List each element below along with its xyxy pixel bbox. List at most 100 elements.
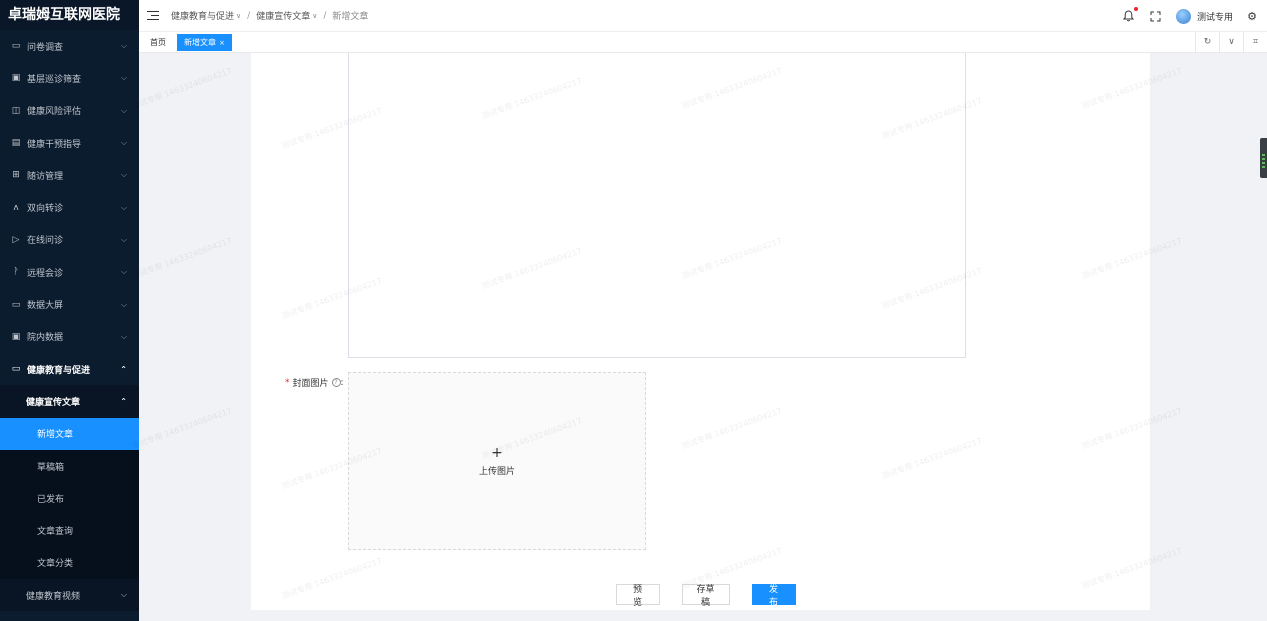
save-draft-button[interactable]: 存草稿 xyxy=(681,584,730,608)
upload-text: 上传图片 xyxy=(478,466,515,477)
sidebar-item-label: 院内数据 xyxy=(27,333,64,344)
tab-home[interactable]: 首页 xyxy=(143,34,173,51)
sidebar-item-label: 在线问诊 xyxy=(27,236,64,247)
sidebar-item-drafts[interactable]: 草稿箱 xyxy=(0,449,139,483)
sidebar-item-dashboard[interactable]: ▭ 数据大屏 ⌵ xyxy=(0,288,139,320)
preview-button[interactable]: 预 览 xyxy=(615,584,660,608)
tab-new-article[interactable]: 新增文章 × xyxy=(177,33,232,51)
sidebar-item-consultation[interactable]: ▷ 在线问诊 ⌵ xyxy=(0,224,139,256)
screening-icon: ▣ xyxy=(11,73,21,84)
chevron-down-icon: ⌵ xyxy=(120,202,127,212)
sidebar-item-label: 问卷调查 xyxy=(27,42,64,53)
intervention-icon: ▤ xyxy=(11,138,21,149)
referral-icon: ᴧ xyxy=(13,202,19,213)
chevron-down-icon: ⌵ xyxy=(120,331,127,341)
chevron-down-icon: ⌵ xyxy=(120,41,127,51)
sidebar-item-remote-consult[interactable]: ᚹ 远程会诊 ⌵ xyxy=(0,256,139,288)
risk-assessment-icon: ◫ xyxy=(11,105,21,116)
sidebar-item-label: 健康宣传文章 xyxy=(26,397,81,408)
chevron-down-icon: ⌵ xyxy=(120,73,127,83)
sidebar-item-followup[interactable]: ⊞ 随访管理 ⌵ xyxy=(0,159,139,191)
sidebar-item-label: 远程会诊 xyxy=(27,268,64,279)
watermark: 测试专用 14633240604217 xyxy=(130,236,234,281)
sidebar-submenu-articles[interactable]: 健康宣传文章 ⌃ xyxy=(0,385,139,418)
publish-button[interactable]: 发 布 xyxy=(751,584,796,608)
chevron-down-icon: ⌵ xyxy=(120,170,127,180)
watermark: 测试专用 14633240604217 xyxy=(130,406,234,451)
question-icon[interactable]: ? xyxy=(331,378,341,387)
chevron-up-icon: ⌃ xyxy=(120,396,127,406)
sidebar: 卓瑞姆互联网医院 ▭ 问卷调查 ⌵ ▣ 基层巡诊筛查 ⌵ ◫ 健康风险评估 ⌵ … xyxy=(0,0,139,621)
maximize-icon[interactable]: ⌗ xyxy=(1243,32,1267,52)
sidebar-item-new-article[interactable]: 新增文章 xyxy=(0,417,139,450)
chevron-down-icon[interactable]: ∨ xyxy=(1219,32,1243,52)
breadcrumb-separator: / xyxy=(247,10,251,21)
chevron-down-icon: ⌵ xyxy=(120,105,127,115)
chevron-down-icon: ∨ xyxy=(312,11,318,20)
sidebar-item-published[interactable]: 已发布 xyxy=(0,482,139,515)
breadcrumb-separator: / xyxy=(323,10,327,21)
menu-toggle-icon[interactable] xyxy=(147,10,159,21)
survey-icon: ▭ xyxy=(11,41,21,52)
sidebar-item-label: 健康教育与促进 xyxy=(27,365,91,376)
sidebar-item-label: 健康干预指导 xyxy=(27,139,82,150)
plus-icon: + xyxy=(491,444,503,461)
cover-image-upload[interactable]: + 上传图片 xyxy=(348,372,646,550)
rich-text-editor[interactable] xyxy=(348,53,966,358)
tabs-tools: ↻ ∨ ⌗ xyxy=(1195,32,1267,53)
watermark: 测试专用 14633240604217 xyxy=(130,66,234,111)
chevron-down-icon: ⌵ xyxy=(120,267,127,277)
gear-icon[interactable]: ⚙ xyxy=(1245,9,1259,23)
chevron-down-icon: ∨ xyxy=(236,11,242,20)
sidebar-item-intervention[interactable]: ▤ 健康干预指导 ⌵ xyxy=(0,127,139,159)
bell-icon[interactable] xyxy=(1122,7,1138,23)
fullscreen-icon[interactable] xyxy=(1149,9,1163,23)
health-education-icon: ▭ xyxy=(11,364,21,375)
breadcrumb: 健康教育与促进 ∨ / 健康宣传文章 ∨ / 新增文章 xyxy=(171,9,369,23)
sidebar-item-article-category[interactable]: 文章分类 xyxy=(0,546,139,580)
tabs-bar: 首页 新增文章 × ↻ ∨ ⌗ xyxy=(139,32,1267,53)
dashboard-icon: ▭ xyxy=(11,299,21,310)
followup-icon: ⊞ xyxy=(12,170,20,181)
breadcrumb-item[interactable]: 健康教育与促进 xyxy=(171,9,234,22)
notification-dot xyxy=(1133,7,1138,11)
sidebar-item-health-education[interactable]: ▭ 健康教育与促进 ⌃ xyxy=(0,353,139,385)
required-mark: * xyxy=(285,377,290,388)
app-title: 卓瑞姆互联网医院 xyxy=(0,0,139,30)
close-icon[interactable]: × xyxy=(219,39,225,47)
remote-consult-icon: ᚹ xyxy=(13,267,19,278)
cover-image-label: * 封面图片 ? : xyxy=(285,376,344,390)
form-actions: 预 览 存草稿 发 布 xyxy=(251,584,1150,608)
username[interactable]: 测试专用 xyxy=(1197,10,1233,23)
top-header: 健康教育与促进 ∨ / 健康宣传文章 ∨ / 新增文章 测试专用 ⚙ xyxy=(139,0,1267,32)
sidebar-item-survey[interactable]: ▭ 问卷调查 ⌵ xyxy=(0,30,139,62)
scroll-handle[interactable] xyxy=(1260,138,1267,178)
sidebar-item-article-search[interactable]: 文章查询 xyxy=(0,514,139,547)
header-right: 测试专用 ⚙ xyxy=(1122,0,1267,32)
breadcrumb-item[interactable]: 健康宣传文章 xyxy=(256,9,310,22)
sidebar-item-screening[interactable]: ▣ 基层巡诊筛查 ⌵ xyxy=(0,62,139,94)
chevron-down-icon: ⌵ xyxy=(120,299,127,309)
refresh-icon[interactable]: ↻ xyxy=(1195,32,1219,52)
chevron-down-icon: ⌵ xyxy=(120,590,127,600)
label-colon: : xyxy=(340,377,344,388)
sidebar-item-label: 基层巡诊筛查 xyxy=(27,74,82,85)
avatar[interactable] xyxy=(1175,8,1191,24)
hospital-data-icon: ▣ xyxy=(11,331,21,342)
chevron-up-icon: ⌃ xyxy=(120,364,127,374)
chevron-down-icon: ⌵ xyxy=(120,234,127,244)
tab-label: 新增文章 xyxy=(184,37,216,47)
sidebar-item-referral[interactable]: ᴧ 双向转诊 ⌵ xyxy=(0,191,139,223)
sidebar-item-label: 双向转诊 xyxy=(27,204,64,215)
breadcrumb-current: 新增文章 xyxy=(332,12,369,22)
article-form-card: * 封面图片 ? : + 上传图片 预 览 存草稿 发 布 xyxy=(251,53,1150,610)
sidebar-submenu-videos[interactable]: 健康教育视频 ⌵ xyxy=(0,579,139,612)
sidebar-item-label: 健康教育视频 xyxy=(26,591,81,602)
sidebar-item-hospital-data[interactable]: ▣ 院内数据 ⌵ xyxy=(0,321,139,353)
chevron-down-icon: ⌵ xyxy=(120,138,127,148)
sidebar-item-risk-assessment[interactable]: ◫ 健康风险评估 ⌵ xyxy=(0,95,139,127)
consultation-icon: ▷ xyxy=(12,234,20,245)
sidebar-item-label: 数据大屏 xyxy=(27,301,64,312)
sidebar-item-label: 随访管理 xyxy=(27,171,64,182)
main-content: * 封面图片 ? : + 上传图片 预 览 存草稿 发 布 测试专用 14633… xyxy=(131,53,1267,621)
